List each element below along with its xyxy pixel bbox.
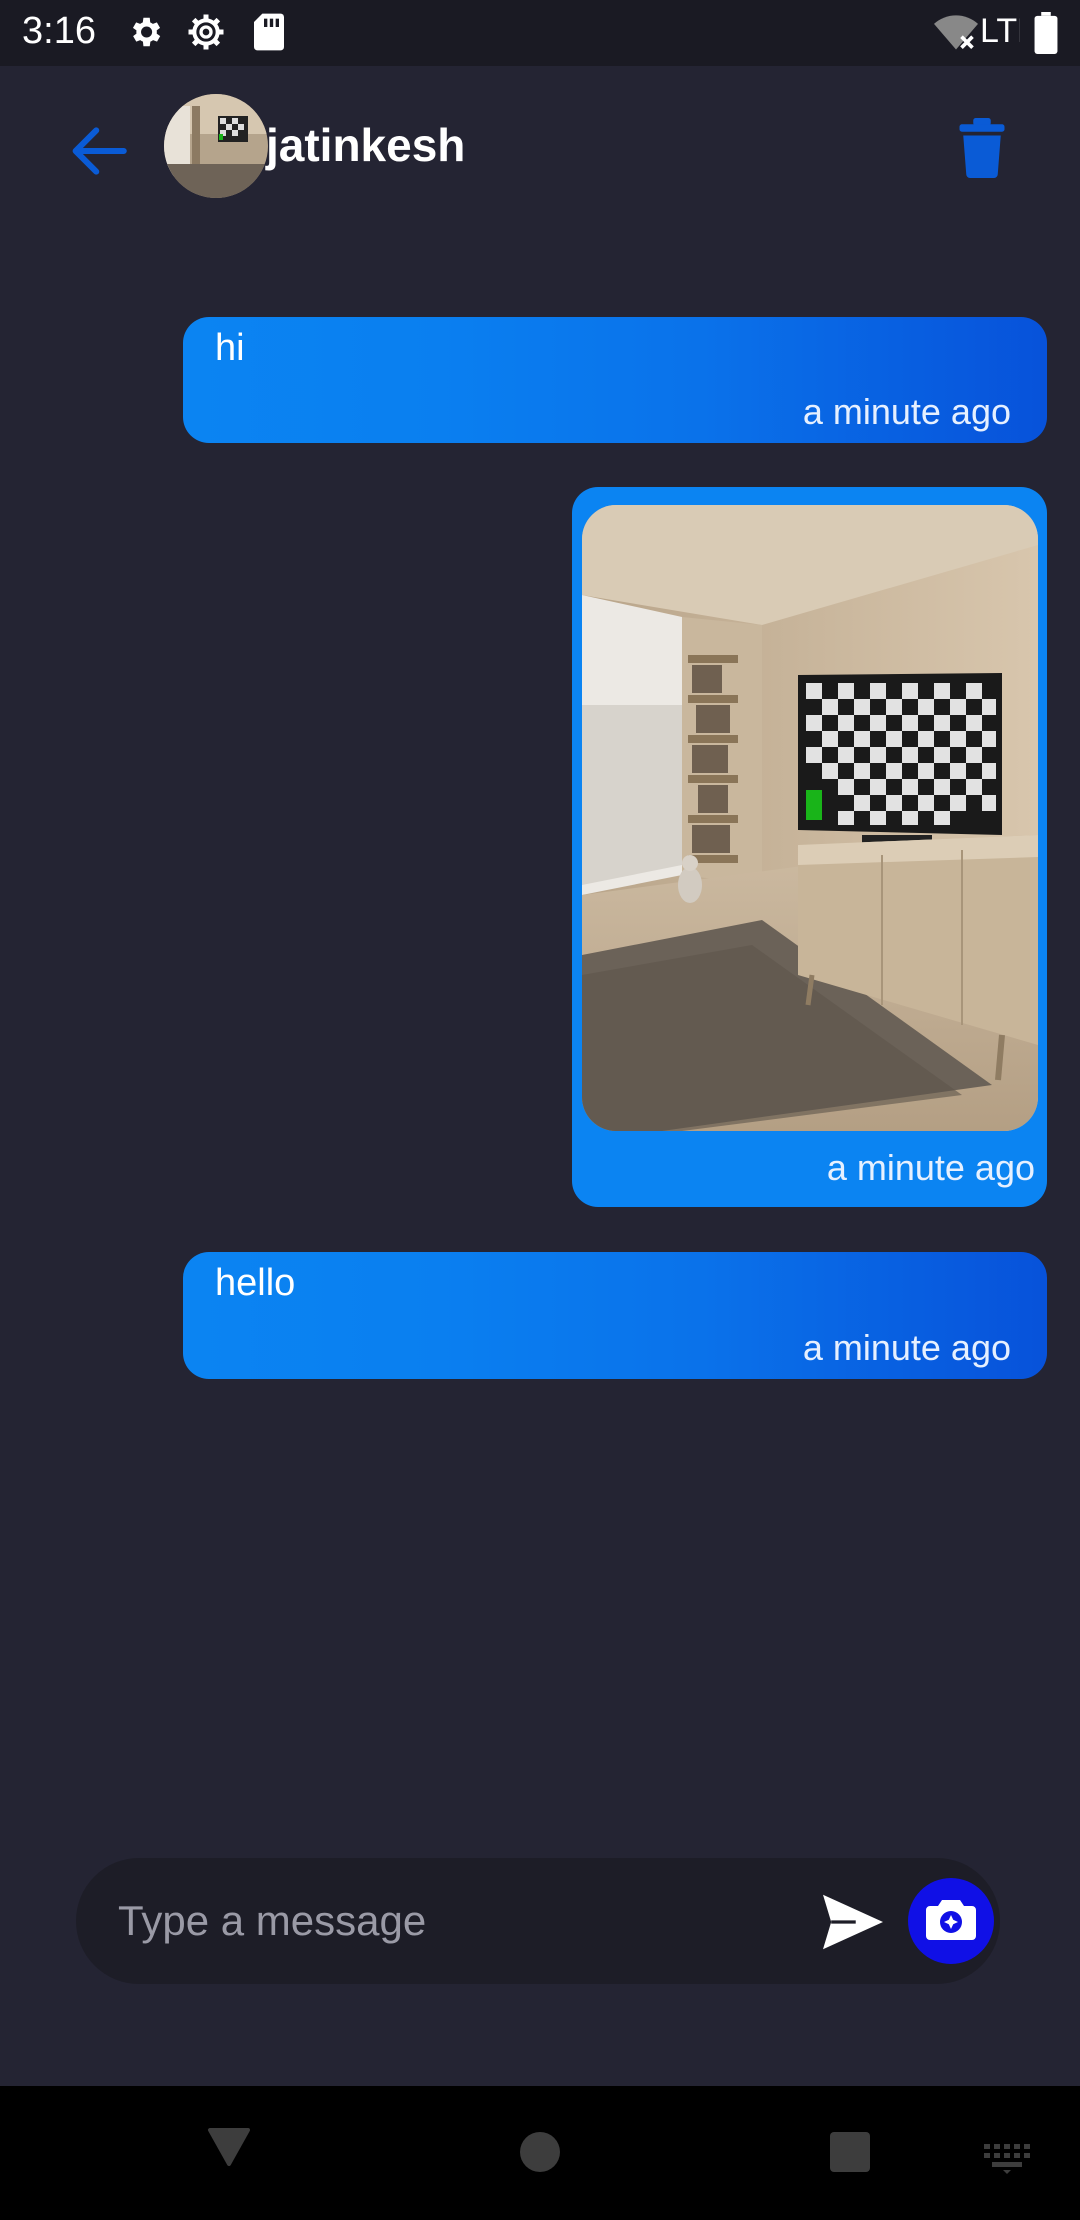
back-arrow-icon[interactable] bbox=[66, 118, 132, 184]
system-nav-bar bbox=[0, 2086, 1080, 2220]
status-time: 3:16 bbox=[22, 10, 96, 52]
keyboard-icon[interactable] bbox=[984, 2144, 1030, 2174]
nav-home-icon[interactable] bbox=[518, 2130, 562, 2174]
sd-card-icon bbox=[254, 13, 284, 51]
message-time: a minute ago bbox=[802, 1327, 1011, 1368]
send-icon[interactable] bbox=[820, 1892, 886, 1952]
message-time: a minute ago bbox=[826, 1147, 1035, 1188]
message-input[interactable] bbox=[116, 1882, 820, 1960]
chat-header: jatinkesh bbox=[0, 66, 1080, 226]
message-composer bbox=[76, 1858, 1000, 1984]
battery-icon bbox=[1034, 12, 1058, 54]
settings-outline-icon bbox=[188, 14, 224, 50]
message-time: a minute ago bbox=[802, 391, 1011, 432]
message-text: hi bbox=[215, 327, 245, 369]
image-message-bubble[interactable]: a minute ago bbox=[572, 487, 1047, 1207]
status-bar: 3:16 LTE bbox=[0, 0, 1080, 66]
wifi-off-icon bbox=[934, 15, 978, 50]
nav-back-icon[interactable] bbox=[206, 2126, 252, 2166]
camera-icon bbox=[926, 1900, 976, 1940]
avatar[interactable] bbox=[164, 94, 268, 198]
settings-icon bbox=[132, 17, 161, 47]
network-type: LTE bbox=[980, 12, 1020, 50]
camera-button[interactable] bbox=[908, 1878, 994, 1964]
message-bubble[interactable]: hi a minute ago bbox=[183, 317, 1047, 443]
nav-recents-icon[interactable] bbox=[828, 2130, 872, 2174]
trash-icon[interactable] bbox=[956, 118, 1008, 178]
message-text: hello bbox=[215, 1262, 296, 1304]
contact-name: jatinkesh bbox=[266, 119, 466, 171]
message-bubble[interactable]: hello a minute ago bbox=[183, 1252, 1047, 1379]
message-photo[interactable] bbox=[582, 505, 1038, 1131]
